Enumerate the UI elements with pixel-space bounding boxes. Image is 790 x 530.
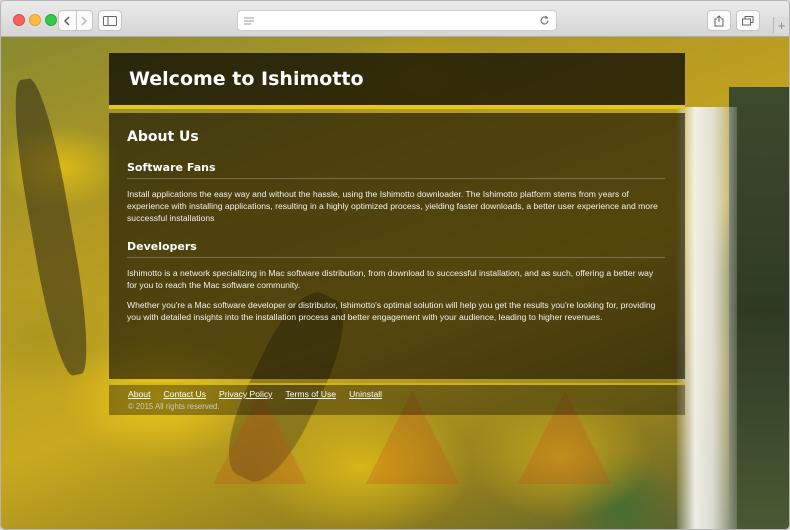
background-waterfall [677,107,737,529]
page-title: Welcome to Ishimotto [129,68,364,90]
background-tree-trunk [5,75,97,379]
footer-link-terms-of-use[interactable]: Terms of Use [285,389,336,399]
reload-icon[interactable] [539,15,550,26]
show-tabs-button[interactable] [736,10,760,31]
footer-link-uninstall[interactable]: Uninstall [349,389,382,399]
footer-links: About Contact Us Privacy Policy Terms of… [128,389,685,399]
software-fans-text: Install applications the easy way and wi… [127,189,658,223]
developers-text-2: Whether you're a Mac software developer … [127,300,656,322]
navigation-buttons [58,10,93,31]
browser-toolbar: + [1,1,789,37]
sidebar-toggle-button[interactable] [98,10,122,31]
about-section: About Us Software Fans Install applicati… [109,113,685,379]
back-button[interactable] [59,11,76,30]
page-viewport: ▲▲▲ Welcome to Ishimotto About Us Softwa… [1,37,789,529]
reader-icon[interactable] [244,17,254,25]
forward-button[interactable] [75,11,93,30]
chevron-left-icon [64,15,70,26]
developers-heading: Developers [127,240,665,258]
page-footer: About Contact Us Privacy Policy Terms of… [109,383,685,415]
developers-text-1: Ishimotto is a network specializing in M… [127,268,654,290]
browser-window: + ▲▲▲ Welcome to Ishimotto About Us Soft… [0,0,790,530]
footer-link-contact-us[interactable]: Contact Us [163,389,206,399]
about-heading: About Us [127,129,199,145]
software-fans-heading: Software Fans [127,161,665,179]
chevron-right-icon [81,15,88,26]
minimize-window-button[interactable] [29,14,41,26]
page-header: Welcome to Ishimotto [109,53,685,109]
footer-link-about[interactable]: About [128,389,150,399]
sidebar-icon [103,15,117,26]
footer-link-privacy-policy[interactable]: Privacy Policy [219,389,272,399]
new-tab-button[interactable]: + [773,17,789,33]
zoom-window-button[interactable] [45,14,57,26]
share-icon [714,14,724,26]
tabs-icon [742,15,754,25]
content-panel: Welcome to Ishimotto About Us Software F… [109,53,685,415]
address-bar[interactable] [237,10,557,31]
copyright-text: © 2015 All rights reserved. [128,402,220,411]
close-window-button[interactable] [13,14,25,26]
background-cliff [729,87,789,529]
plus-icon: + [777,17,786,33]
share-button[interactable] [707,10,731,31]
